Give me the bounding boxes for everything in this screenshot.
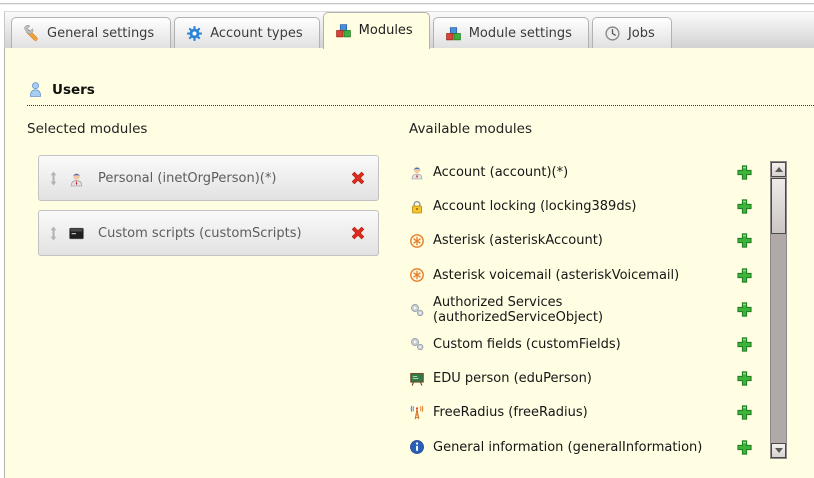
content-panel: Users Selected modules Available modules…: [4, 48, 814, 478]
gears-icon: [409, 336, 425, 352]
add-module-button[interactable]: [736, 301, 753, 318]
tab-account-types[interactable]: Account types: [174, 17, 319, 48]
cubes-icon: [335, 22, 352, 39]
module-label: Asterisk (asteriskAccount): [433, 233, 603, 248]
plus-icon: [736, 267, 753, 284]
module-label: FreeRadius (freeRadius): [433, 405, 588, 420]
tab-general-settings[interactable]: General settings: [11, 17, 171, 48]
plus-icon: [736, 198, 753, 215]
available-module-row: Asterisk voicemail (asteriskVoicemail): [409, 258, 753, 292]
top-divider-highlight: [0, 4, 814, 5]
plus-icon: [736, 336, 753, 353]
available-module-row: Authorized Services (authorizedServiceOb…: [409, 293, 753, 327]
gears-icon: [409, 302, 425, 318]
asterisk-icon: [409, 267, 425, 283]
cubes-icon: [445, 25, 462, 42]
available-module-row: EDU person (eduPerson): [409, 361, 753, 395]
tab-bar: General settings Account types Modules M…: [5, 12, 814, 48]
available-module-row: FreeRadius (freeRadius): [409, 396, 753, 430]
selected-module-row[interactable]: Custom scripts (customScripts): [38, 210, 379, 256]
add-module-button[interactable]: [736, 267, 753, 284]
drag-handle-icon[interactable]: [48, 226, 59, 241]
lock-icon: [409, 199, 425, 215]
module-label: Custom fields (customFields): [433, 337, 621, 352]
plus-icon: [736, 301, 753, 318]
person-icon: [68, 170, 85, 187]
selected-modules-label: Selected modules: [27, 121, 147, 137]
add-module-button[interactable]: [736, 198, 753, 215]
add-module-button[interactable]: [736, 232, 753, 249]
plus-icon: [736, 439, 753, 456]
wrench-icon: [23, 25, 40, 42]
available-modules-list: Account (account)(*) Account locking (lo…: [409, 155, 753, 465]
user-icon: [27, 81, 44, 98]
available-module-row: Account (account)(*): [409, 155, 753, 189]
module-label: EDU person (eduPerson): [433, 371, 592, 386]
add-module-button[interactable]: [736, 439, 753, 456]
section-title: Users: [52, 82, 95, 98]
triangle-up-icon: [775, 167, 783, 172]
plus-icon: [736, 164, 753, 181]
x-icon: [349, 169, 367, 187]
module-label: Personal (inetOrgPerson)(*): [98, 171, 349, 186]
add-module-button[interactable]: [736, 336, 753, 353]
add-module-button[interactable]: [736, 404, 753, 421]
available-module-row: General information (generalInformation): [409, 430, 753, 464]
module-label: Account (account)(*): [433, 165, 568, 180]
info-icon: [409, 439, 425, 455]
tab-module-settings[interactable]: Module settings: [433, 17, 589, 48]
scrollbar-thumb[interactable]: [771, 178, 786, 234]
drag-handle-icon[interactable]: [48, 171, 59, 186]
module-label: Asterisk voicemail (asteriskVoicemail): [433, 268, 679, 283]
module-label: General information (generalInformation): [433, 440, 702, 455]
x-icon: [349, 224, 367, 242]
available-module-row: Custom fields (customFields): [409, 327, 753, 361]
add-module-button[interactable]: [736, 164, 753, 181]
module-label: Authorized Services (authorizedServiceOb…: [433, 295, 736, 325]
scrollbar[interactable]: [770, 161, 787, 459]
remove-module-button[interactable]: [349, 224, 367, 242]
tab-modules[interactable]: Modules: [323, 12, 430, 49]
terminal-icon: [68, 225, 85, 242]
available-module-row: Asterisk (asteriskAccount): [409, 224, 753, 258]
board-icon: [409, 371, 425, 387]
scrollbar-up-button[interactable]: [771, 162, 786, 177]
gear-icon: [186, 25, 203, 42]
available-modules-label: Available modules: [409, 121, 532, 137]
remove-module-button[interactable]: [349, 169, 367, 187]
available-module-row: Account locking (locking389ds): [409, 189, 753, 223]
tab-jobs[interactable]: Jobs: [592, 17, 672, 48]
module-label: Custom scripts (customScripts): [98, 226, 349, 241]
asterisk-icon: [409, 233, 425, 249]
selected-modules-list: Personal (inetOrgPerson)(*) Custom scrip…: [38, 155, 379, 265]
plus-icon: [736, 404, 753, 421]
antenna-icon: [409, 405, 425, 421]
triangle-down-icon: [775, 448, 783, 453]
users-section-header: Users: [27, 81, 814, 106]
plus-icon: [736, 232, 753, 249]
tab-strip: General settings Account types Modules M…: [4, 11, 814, 48]
selected-module-row[interactable]: Personal (inetOrgPerson)(*): [38, 155, 379, 201]
plus-icon: [736, 370, 753, 387]
person-icon: [409, 164, 425, 180]
clock-icon: [604, 25, 621, 42]
add-module-button[interactable]: [736, 370, 753, 387]
scrollbar-down-button[interactable]: [771, 443, 786, 458]
module-label: Account locking (locking389ds): [433, 199, 636, 214]
